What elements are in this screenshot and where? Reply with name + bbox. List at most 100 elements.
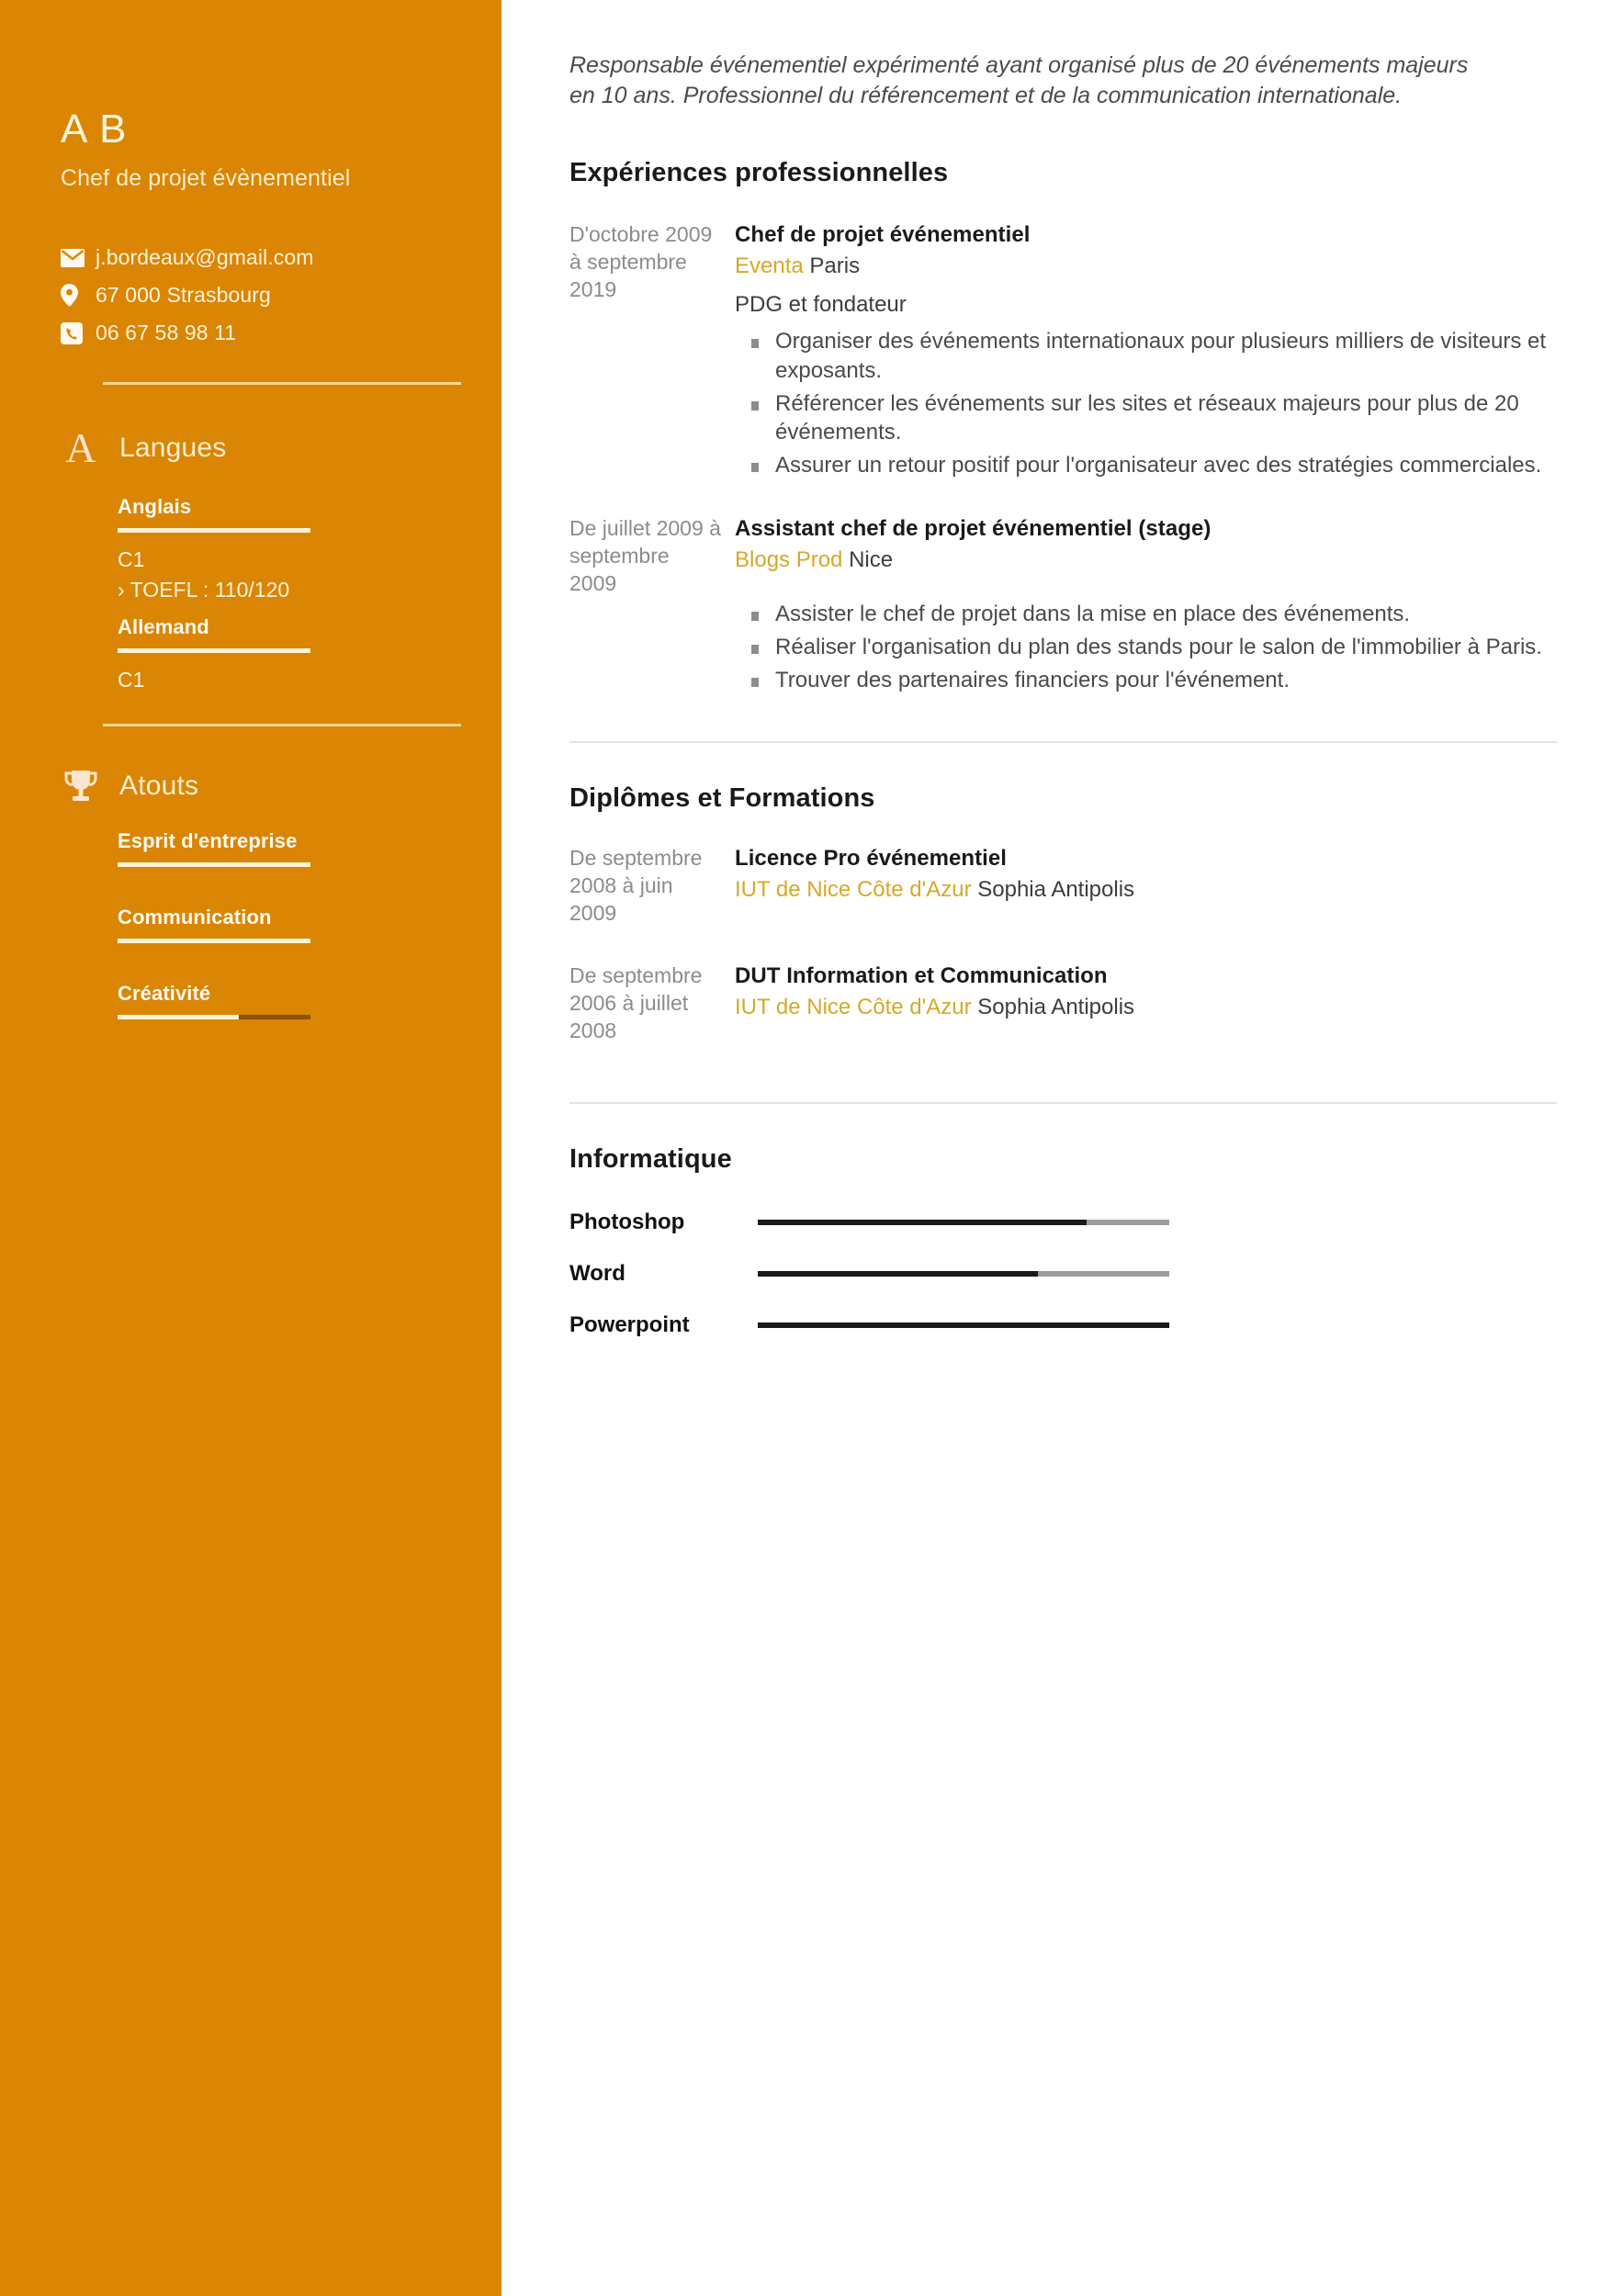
trophy-icon [61,769,101,804]
language-bar [118,648,310,654]
strength-bar-fill [118,1015,240,1020]
phone-icon [61,321,96,344]
sidebar-divider-1 [103,382,461,386]
education-entry: De septembre 2008 à juin 2009 Licence Pr… [569,845,1557,928]
section-separator-2 [569,1101,1557,1104]
language-level: C1 [118,668,145,692]
strength-name: Communication [118,906,272,929]
language-bar [118,528,310,534]
strength-name: Esprit d'entreprise [118,829,298,853]
language-bar-fill [118,528,310,534]
language-item-allemand: Allemand C1 [118,615,437,692]
section-title-computing: Informatique [569,1143,732,1174]
experience-body: Chef de projet événementiel Eventa Paris… [735,221,1557,484]
bullet-item: Assister le chef de projet dans la mise … [735,600,1557,628]
education-entry: De septembre 2006 à juillet 2008 DUT Inf… [569,962,1557,1045]
strength-item-2: Communication [118,906,437,944]
sidebar-section-languages: A Langues Anglais C1 › TOEFL : 110/120 Al… [61,427,437,692]
strengths-title: Atouts [119,771,199,802]
bullet-item: Réaliser l'organisation du plan des stan… [735,633,1557,661]
education-date: De septembre 2006 à juillet 2008 [569,962,703,1042]
computing-bar [758,1219,1169,1225]
experience-bullets: Organiser des événements internationaux … [735,327,1557,479]
education-campus: Sophia Antipolis [977,877,1135,903]
strength-bar-fill [118,862,310,868]
section-separator-1 [569,741,1557,744]
letter-a-icon: A [65,424,96,472]
experience-role: Assistant chef de projet événementiel (s… [735,516,1212,542]
contact-phone-value: 06 67 58 98 11 [96,321,237,345]
experience-org-location: Nice [849,547,894,573]
computing-bar-fill [758,1270,1038,1277]
language-bar-fill [118,648,310,654]
resume-page: A B Chef de projet évènementiel j.bordea… [0,0,1623,2296]
experience-org-name: Blogs Prod [735,547,843,573]
section-title-experience: Expériences professionnelles [569,158,949,187]
education-degree: Licence Pro événementiel [735,846,1007,872]
experience-subtitle: PDG et fondateur [735,292,907,318]
languages-header: A Langues [61,427,437,469]
strength-bar [118,862,310,868]
education-degree: DUT Information et Communication [735,962,1108,988]
bullet-item: Référencer les événements sur les sites … [735,389,1557,446]
section-title-education: Diplômes et Formations [569,783,875,814]
language-level: C1 [118,547,145,572]
education-school-name: IUT de Nice Côte d'Azur [735,994,972,1019]
contact-email[interactable]: j.bordeaux@gmail.com [61,245,437,270]
computing-label: Photoshop [569,1209,685,1234]
computing-label: Word [569,1260,626,1286]
strength-bar-remainder [239,1015,310,1020]
map-pin-icon [61,284,96,308]
main-content: Responsable événementiel expérimenté aya… [502,0,1623,2296]
experience-org-line: Blogs Prod Nice [735,546,1557,575]
experience-body: Assistant chef de projet événementiel (s… [735,515,1557,699]
computing-row: Powerpoint [569,1312,1557,1338]
strengths-header: Atouts [61,769,437,804]
envelope-icon [61,248,96,267]
experience-org-line: Eventa Paris [735,252,1557,281]
chevron-right-icon: › [118,578,125,602]
strength-bar [118,1015,310,1020]
education-school-line: IUT de Nice Côte d'Azur Sophia Antipolis [735,993,1557,1022]
education-campus: Sophia Antipolis [977,994,1135,1019]
experience-bullets: Assister le chef de projet dans la mise … [735,600,1557,695]
contact-list: j.bordeaux@gmail.com 67 000 Strasbourg 0… [61,245,437,345]
candidate-name: A B [61,107,128,152]
computing-bar-fill [758,1322,1169,1328]
strength-item-3: Créativité [118,982,437,1020]
profile-summary: Responsable événementiel expérimenté aya… [569,52,1469,108]
languages-title: Langues [119,433,227,464]
contact-phone[interactable]: 06 67 58 98 11 [61,321,437,345]
strength-name: Créativité [118,982,211,1006]
education-school-line: IUT de Nice Côte d'Azur Sophia Antipolis [735,875,1557,905]
education-body: Licence Pro événementiel IUT de Nice Côt… [735,845,1557,905]
experience-role: Chef de projet événementiel [735,222,1031,247]
contact-address[interactable]: 67 000 Strasbourg [61,283,437,308]
education-date: De septembre 2008 à juin 2009 [569,846,703,926]
sidebar-section-strengths: Atouts Esprit d'entreprise Communication [61,769,437,1020]
candidate-job-title: Chef de projet évènementiel [61,165,351,192]
bullet-item: Trouver des partenaires financiers pour … [735,666,1557,694]
experience-entry: D'octobre 2009 à septembre 2019 Chef de … [569,221,1557,484]
language-item-anglais: Anglais C1 › TOEFL : 110/120 [118,495,437,602]
computing-label: Powerpoint [569,1311,690,1337]
sidebar-divider-2 [103,724,461,727]
language-name: Allemand [118,615,209,639]
education-school-name: IUT de Nice Côte d'Azur [735,877,972,903]
language-note: › TOEFL : 110/120 [118,578,437,602]
bullet-item: Organiser des événements internationaux … [735,327,1557,384]
computing-row: Word [569,1261,1557,1287]
sidebar: A B Chef de projet évènementiel j.bordea… [0,0,502,2296]
contact-email-value: j.bordeaux@gmail.com [96,245,314,270]
experience-date: De juillet 2009 à septembre 2009 [569,516,721,596]
bullet-item: Assurer un retour positif pour l'organis… [735,451,1557,479]
computing-list: Photoshop Word Powerpoint [569,1210,1557,1338]
computing-row: Photoshop [569,1210,1557,1235]
strength-bar-fill [118,939,310,944]
education-body: DUT Information et Communication IUT de … [735,962,1557,1022]
experience-date: D'octobre 2009 à septembre 2019 [569,222,713,301]
experience-entry: De juillet 2009 à septembre 2009 Assista… [569,515,1557,699]
strength-item-1: Esprit d'entreprise [118,829,437,868]
computing-bar-fill [758,1219,1088,1225]
